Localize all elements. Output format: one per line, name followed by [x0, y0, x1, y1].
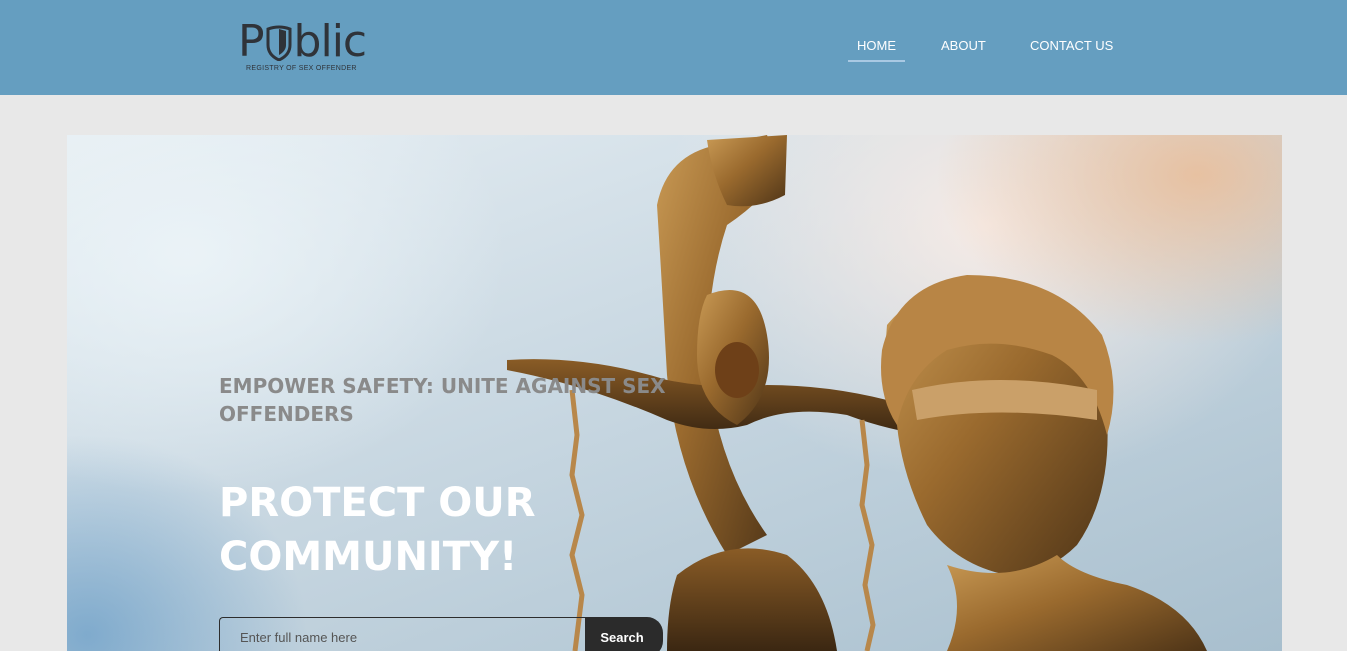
nav-home[interactable]: HOME [848, 38, 905, 62]
full-name-search-input[interactable] [219, 617, 585, 651]
nav-about[interactable]: ABOUT [941, 38, 986, 60]
hero-subtitle: EMPOWER SAFETY: UNITE AGAINST SEX OFFEND… [219, 374, 666, 426]
main-nav: HOME ABOUT CONTACT US [0, 38, 1347, 62]
nav-contact-us[interactable]: CONTACT US [1030, 38, 1113, 60]
hero-title: PROTECT OUR COMMUNITY! [219, 480, 536, 580]
hero-banner: EMPOWER SAFETY: UNITE AGAINST SEX OFFEND… [67, 135, 1282, 651]
search-button[interactable]: Search [585, 617, 663, 651]
site-header: P blic REGISTRY OF SEX OFFENDER HOME ABO… [0, 0, 1347, 95]
name-search-form: Search [219, 617, 663, 651]
logo-subtitle: REGISTRY OF SEX OFFENDER [246, 65, 357, 72]
